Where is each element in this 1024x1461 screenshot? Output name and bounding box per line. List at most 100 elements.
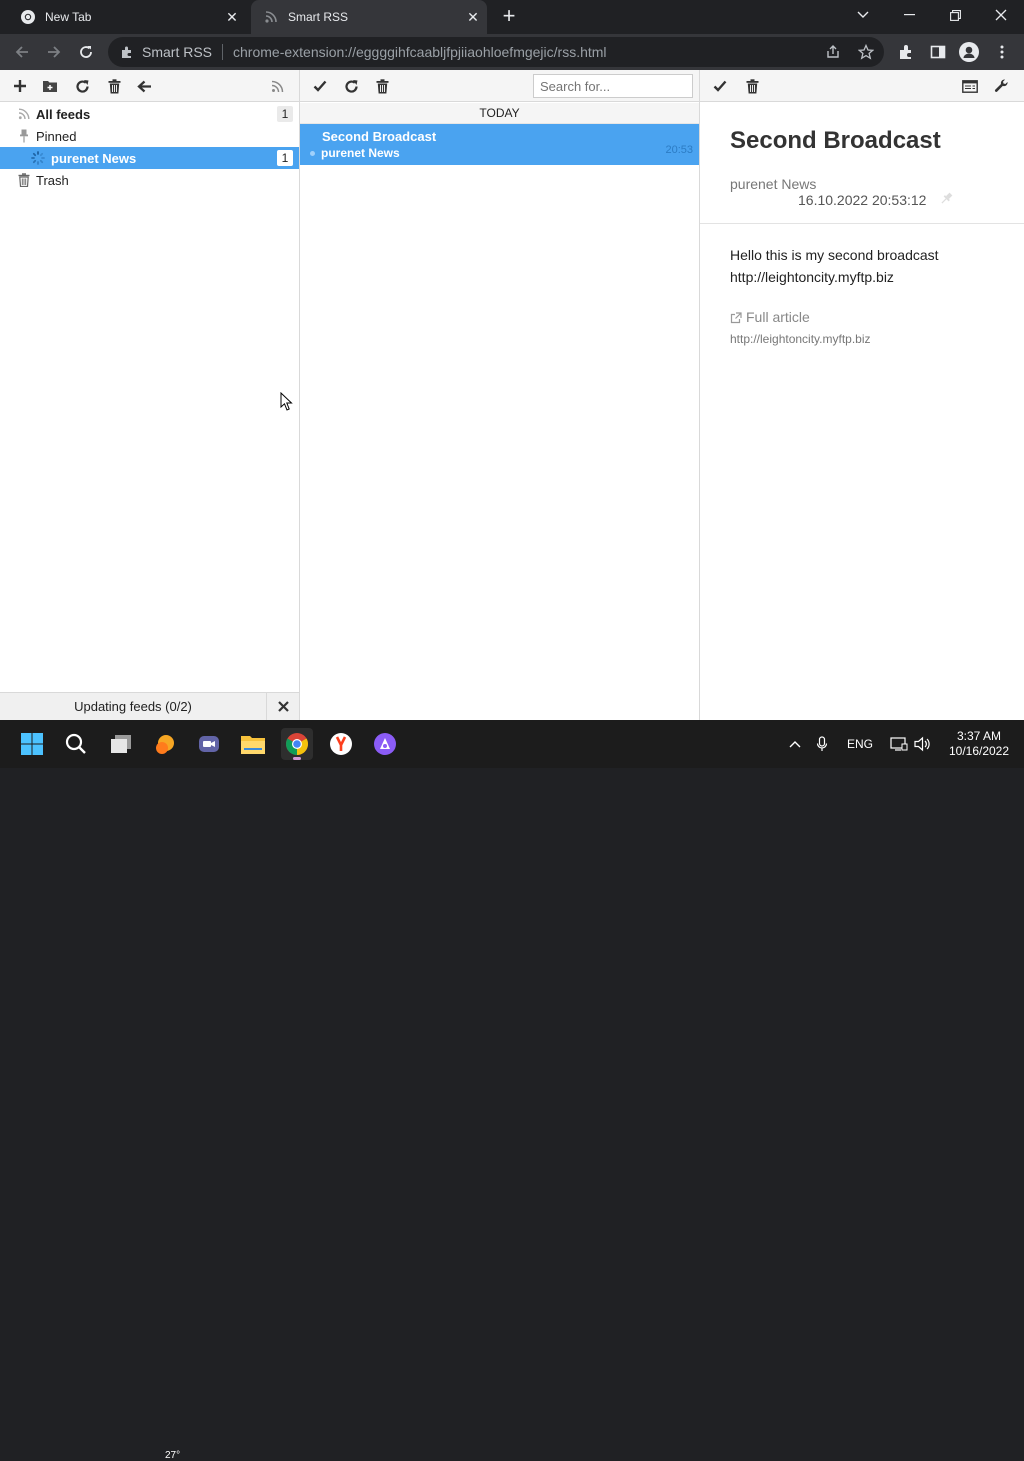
- omnibox-divider: [222, 44, 224, 60]
- network-icon[interactable]: [888, 720, 910, 768]
- articles-toolbar: [300, 70, 699, 102]
- bookmark-star-icon[interactable]: [857, 43, 875, 61]
- delete-feed-icon[interactable]: [106, 78, 122, 94]
- search-icon[interactable]: [60, 728, 92, 760]
- feed-item-purenet-news[interactable]: purenet News 1: [0, 147, 299, 169]
- mark-read-check-icon[interactable]: [312, 78, 328, 94]
- article-date: 16.10.2022 20:53:12: [798, 192, 927, 208]
- chrome-taskbar-icon[interactable]: [281, 728, 313, 760]
- article-time: 20:53: [665, 144, 693, 156]
- content-toolbar: [700, 70, 1024, 102]
- close-tab-icon[interactable]: ✕: [465, 9, 481, 25]
- close-window-button[interactable]: [978, 0, 1024, 30]
- extensions-icon[interactable]: [896, 42, 916, 62]
- refresh-feeds-icon[interactable]: [74, 78, 90, 94]
- delete-article-icon[interactable]: [374, 78, 390, 94]
- loading-spinner-icon: [31, 151, 45, 165]
- article-title: Second Broadcast: [322, 129, 437, 144]
- address-bar[interactable]: Smart RSS chrome-extension://eggggihfcaa…: [108, 37, 884, 67]
- new-tab-button[interactable]: +: [498, 5, 520, 27]
- unread-count-badge: 1: [277, 106, 293, 122]
- settings-wrench-icon[interactable]: [993, 78, 1009, 94]
- teams-chat-icon[interactable]: [193, 728, 225, 760]
- feed-item-pinned[interactable]: Pinned: [0, 125, 299, 147]
- browser-tabstrip: New Tab ✕ Smart RSS ✕ +: [0, 0, 1024, 34]
- weather-icon[interactable]: [149, 728, 181, 760]
- content-pane: Second Broadcast purenet News 16.10.2022…: [700, 70, 1024, 720]
- update-status-bar: Updating feeds (0/2): [0, 692, 299, 720]
- back-button[interactable]: [8, 38, 36, 66]
- trash-icon: [17, 173, 31, 187]
- url-text: chrome-extension://eggggihfcaabljfpjiiao…: [233, 44, 607, 60]
- close-status-icon[interactable]: [266, 693, 299, 720]
- back-arrow-icon[interactable]: [136, 78, 152, 94]
- mouse-cursor-icon: [280, 392, 293, 411]
- profile-avatar[interactable]: [959, 42, 979, 62]
- close-tab-icon[interactable]: ✕: [224, 9, 240, 25]
- mark-read-check-icon[interactable]: [712, 78, 728, 94]
- windows-start-icon[interactable]: [16, 728, 48, 760]
- alice-assistant-icon[interactable]: [369, 728, 401, 760]
- search-input[interactable]: [533, 74, 693, 98]
- chrome-icon: [20, 9, 36, 25]
- tab-search-icon[interactable]: [840, 0, 886, 30]
- unread-dot-icon: [310, 151, 315, 156]
- refresh-articles-icon[interactable]: [343, 78, 359, 94]
- share-icon[interactable]: [824, 43, 842, 61]
- site-name: Smart RSS: [142, 44, 213, 60]
- forward-button[interactable]: [40, 38, 68, 66]
- feed-item-all-feeds[interactable]: All feeds 1: [0, 103, 299, 125]
- full-article-label: Full article: [746, 309, 810, 325]
- article-body-link[interactable]: http://leightoncity.myftp.biz: [730, 266, 939, 288]
- clock-time: 3:37 AM: [956, 729, 1002, 743]
- article-body: Hello this is my second broadcast http:/…: [730, 244, 939, 288]
- task-view-icon[interactable]: [105, 728, 137, 760]
- reload-button[interactable]: [72, 38, 100, 66]
- feeds-toolbar: [0, 70, 299, 102]
- add-feed-icon[interactable]: [12, 78, 28, 94]
- feed-label: All feeds: [36, 106, 91, 122]
- windows-taskbar: 27° ENG: [0, 720, 1024, 1461]
- rss-icon: [17, 107, 31, 121]
- minimize-button[interactable]: [886, 0, 932, 30]
- file-explorer-icon[interactable]: [237, 728, 269, 760]
- tab-smart-rss[interactable]: Smart RSS ✕: [251, 0, 487, 34]
- update-status-text: Updating feeds (0/2): [74, 699, 192, 714]
- active-app-indicator: [293, 757, 301, 760]
- rss-icon[interactable]: [269, 78, 285, 94]
- feed-item-trash[interactable]: Trash: [0, 169, 299, 191]
- microphone-icon[interactable]: [812, 720, 832, 768]
- tab-title: Smart RSS: [288, 10, 349, 24]
- layout-toggle-icon[interactable]: [962, 78, 978, 94]
- restore-button[interactable]: [932, 0, 978, 30]
- clock-date: 10/16/2022: [948, 744, 1010, 758]
- side-panel-icon[interactable]: [928, 42, 948, 62]
- smart-rss-app: All feeds 1 Pinned purenet News 1 Trash …: [0, 70, 1024, 720]
- feed-label: Pinned: [36, 128, 77, 144]
- full-article-link[interactable]: Full article: [730, 309, 810, 325]
- volume-icon[interactable]: [912, 720, 934, 768]
- external-link-icon: [730, 311, 742, 324]
- article-source: purenet News: [730, 176, 817, 192]
- extension-icon: [120, 45, 134, 59]
- tab-new-tab[interactable]: New Tab ✕: [12, 0, 244, 34]
- delete-article-icon[interactable]: [744, 78, 760, 94]
- article-body-line: Hello this is my second broadcast: [730, 247, 939, 263]
- pin-icon: [17, 129, 31, 143]
- show-hidden-icons-chevron-icon[interactable]: [784, 720, 806, 768]
- feed-label: purenet News: [51, 150, 137, 166]
- add-folder-icon[interactable]: [42, 78, 58, 94]
- language-indicator[interactable]: ENG: [843, 720, 877, 768]
- article-feed-name: purenet News: [321, 146, 400, 160]
- taskbar-clock[interactable]: 3:37 AM 10/16/2022: [944, 729, 1014, 759]
- article-heading: Second Broadcast: [730, 127, 941, 154]
- unread-count-badge: 1: [277, 150, 293, 166]
- full-article-url[interactable]: http://leightoncity.myftp.biz: [730, 332, 871, 346]
- date-group-header: TODAY: [300, 103, 699, 124]
- feed-label: Trash: [36, 172, 69, 188]
- yandex-browser-icon[interactable]: [325, 728, 357, 760]
- articles-pane: TODAY Second Broadcast purenet News 20:5…: [300, 70, 700, 720]
- article-list-item[interactable]: Second Broadcast purenet News 20:53: [300, 124, 699, 165]
- chrome-menu-icon[interactable]: [992, 42, 1012, 62]
- pin-icon[interactable]: [938, 191, 954, 207]
